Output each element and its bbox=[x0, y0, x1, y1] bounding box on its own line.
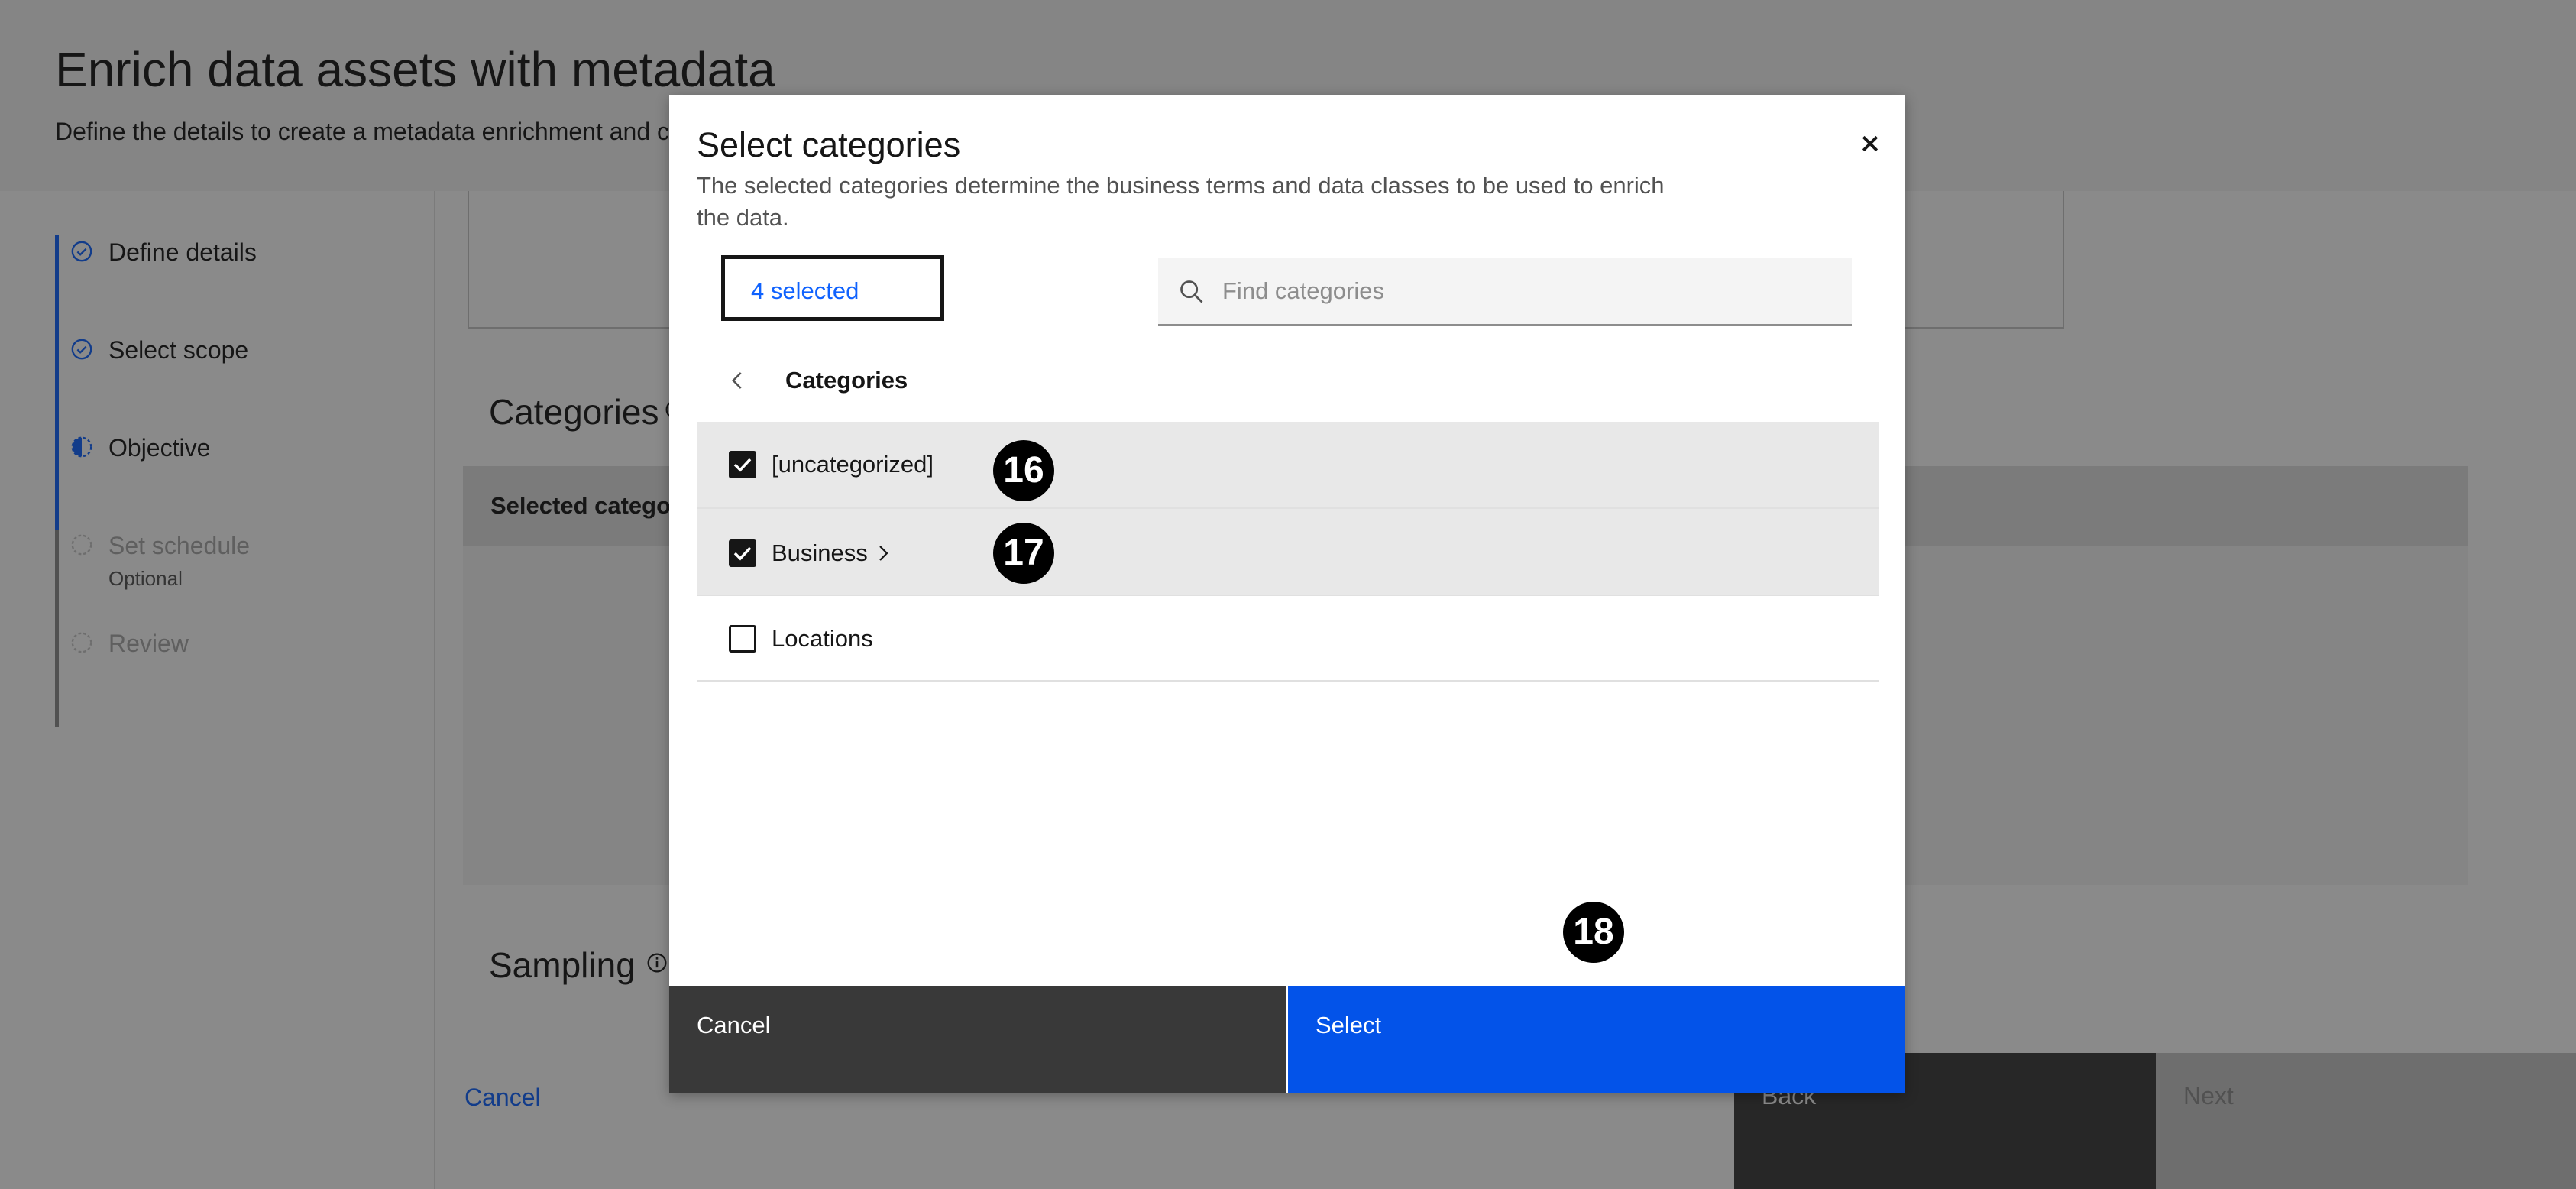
modal-cancel-label: Cancel bbox=[697, 1012, 771, 1038]
category-search[interactable] bbox=[1158, 258, 1852, 326]
select-categories-modal: Select categories The selected categorie… bbox=[669, 95, 1905, 1093]
modal-cancel-button[interactable]: Cancel bbox=[669, 986, 1286, 1093]
selected-count-button[interactable]: 4 selected bbox=[721, 255, 944, 321]
checkbox-checked[interactable] bbox=[729, 451, 756, 478]
checkbox-checked[interactable] bbox=[729, 539, 756, 567]
category-label: [uncategorized] bbox=[772, 451, 934, 478]
category-row-business[interactable]: Business bbox=[697, 509, 1879, 596]
checkmark-icon bbox=[733, 458, 752, 472]
category-label: Locations bbox=[772, 625, 873, 652]
checkmark-icon bbox=[733, 546, 752, 561]
category-row-locations[interactable]: Locations bbox=[697, 596, 1879, 682]
modal-title: Select categories bbox=[697, 125, 961, 164]
modal-select-button[interactable]: Select bbox=[1288, 986, 1905, 1093]
close-icon[interactable] bbox=[1849, 122, 1892, 165]
annotation-badge-18: 18 bbox=[1563, 902, 1624, 963]
annotation-badge-16: 16 bbox=[993, 440, 1054, 501]
chevron-left-icon[interactable] bbox=[723, 364, 753, 397]
checkbox-unchecked[interactable] bbox=[729, 625, 756, 653]
selected-count-label: 4 selected bbox=[751, 277, 859, 304]
category-label: Business bbox=[772, 539, 868, 566]
search-input[interactable] bbox=[1222, 258, 1833, 324]
category-row-uncategorized[interactable]: [uncategorized] bbox=[697, 422, 1879, 509]
chevron-right-icon[interactable] bbox=[875, 543, 892, 564]
modal-select-label: Select bbox=[1316, 1012, 1382, 1038]
search-icon bbox=[1180, 280, 1203, 303]
annotation-badge-17: 17 bbox=[993, 523, 1054, 584]
breadcrumb-title: Categories bbox=[785, 367, 908, 394]
modal-description: The selected categories determine the bu… bbox=[697, 172, 1665, 231]
